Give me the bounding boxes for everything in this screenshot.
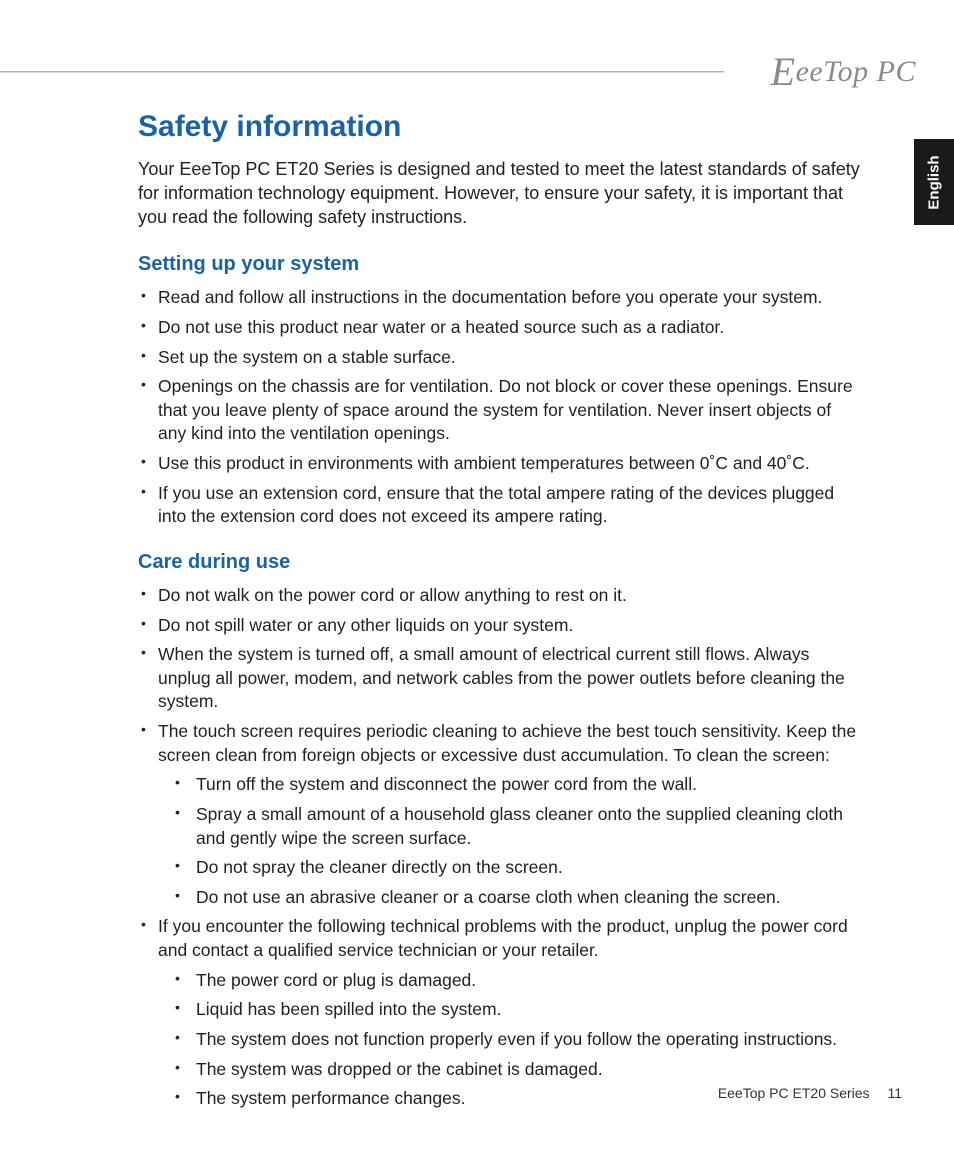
list-item: Do not spill water or any other liquids … bbox=[138, 614, 864, 638]
brand-text: eeTop PC bbox=[796, 55, 916, 88]
list-item: Do not walk on the power cord or allow a… bbox=[138, 584, 864, 608]
list-item-text: If you encounter the following technical… bbox=[158, 916, 848, 960]
list-item: When the system is turned off, a small a… bbox=[138, 643, 864, 714]
list-item: If you use an extension cord, ensure tha… bbox=[138, 482, 864, 529]
list-item: The touch screen requires periodic clean… bbox=[138, 720, 864, 909]
list-item: The power cord or plug is damaged. bbox=[158, 969, 864, 993]
language-label: English bbox=[926, 155, 943, 209]
list-item: Turn off the system and disconnect the p… bbox=[158, 773, 864, 797]
list-item: Do not spray the cleaner directly on the… bbox=[158, 856, 864, 880]
page-footer: EeeTop PC ET20 Series 11 bbox=[718, 1085, 902, 1101]
intro-paragraph: Your EeeTop PC ET20 Series is designed a… bbox=[138, 158, 864, 229]
header-divider bbox=[0, 71, 724, 73]
section-list: Read and follow all instructions in the … bbox=[138, 286, 864, 529]
list-item: Do not use an abrasive cleaner or a coar… bbox=[158, 886, 864, 910]
list-item: Set up the system on a stable surface. bbox=[138, 346, 864, 370]
page-title: Safety information bbox=[138, 110, 864, 144]
sub-list: Turn off the system and disconnect the p… bbox=[158, 773, 864, 909]
list-item: Use this product in environments with am… bbox=[138, 452, 864, 476]
brand-logo: EeeTop PC bbox=[771, 48, 916, 95]
section-list: Do not walk on the power cord or allow a… bbox=[138, 584, 864, 1111]
list-item: The system does not function properly ev… bbox=[158, 1028, 864, 1052]
list-item-text: The touch screen requires periodic clean… bbox=[158, 721, 856, 765]
list-item: Liquid has been spilled into the system. bbox=[158, 998, 864, 1022]
language-tab: English bbox=[914, 139, 954, 225]
list-item: The system was dropped or the cabinet is… bbox=[158, 1058, 864, 1082]
page-content: Safety information Your EeeTop PC ET20 S… bbox=[138, 110, 864, 1133]
list-item: Spray a small amount of a household glas… bbox=[158, 803, 864, 850]
list-item: Read and follow all instructions in the … bbox=[138, 286, 864, 310]
list-item: Do not use this product near water or a … bbox=[138, 316, 864, 340]
page-number: 11 bbox=[887, 1085, 902, 1101]
list-item: If you encounter the following technical… bbox=[138, 915, 864, 1110]
footer-series: EeeTop PC ET20 Series bbox=[718, 1085, 870, 1101]
section-heading: Care during use bbox=[138, 551, 864, 574]
section-heading: Setting up your system bbox=[138, 253, 864, 276]
list-item: Openings on the chassis are for ventilat… bbox=[138, 375, 864, 446]
